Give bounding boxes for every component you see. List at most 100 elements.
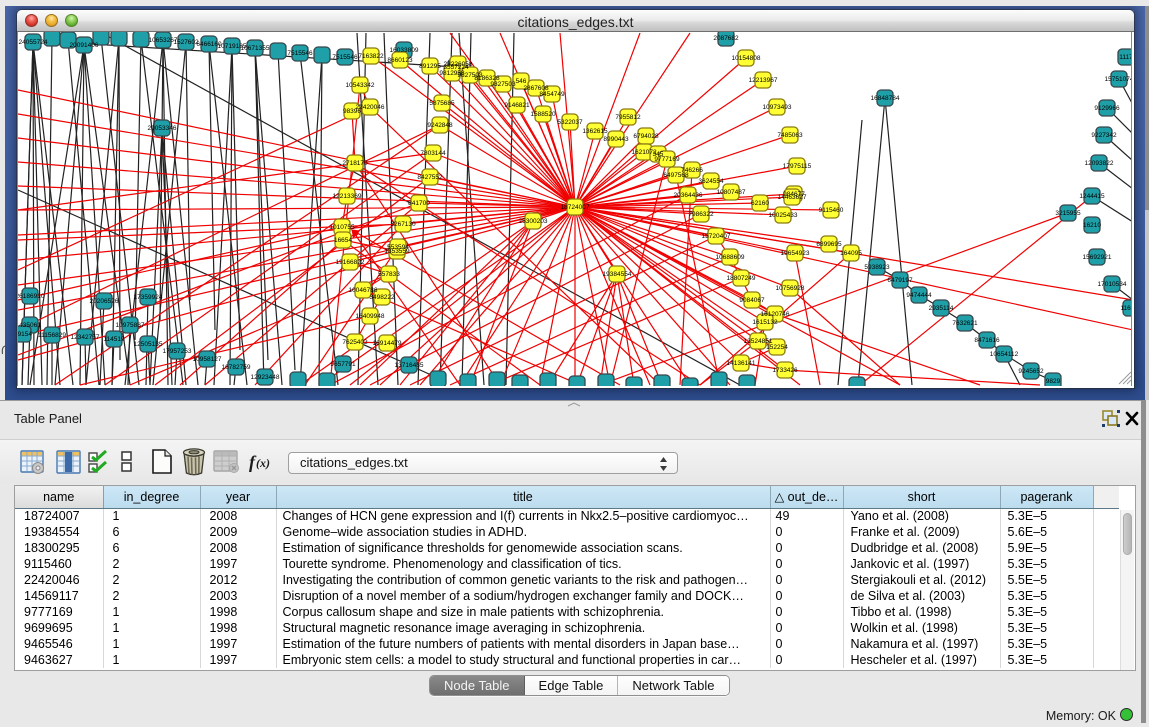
svg-text:9115460: 9115460: [819, 207, 844, 214]
svg-text:39154: 39154: [18, 331, 32, 338]
svg-text:13716485: 13716485: [395, 362, 424, 369]
svg-text:(x): (x): [256, 456, 270, 470]
svg-text:164095: 164095: [840, 250, 862, 257]
svg-text:15751074: 15751074: [1105, 76, 1132, 83]
svg-text:18724007: 18724007: [561, 204, 590, 211]
svg-text:3267130: 3267130: [390, 221, 416, 228]
svg-text:19384554: 19384554: [603, 271, 632, 278]
svg-text:15692921: 15692921: [1083, 254, 1112, 261]
svg-text:10975887: 10975887: [116, 322, 145, 329]
svg-text:12213369: 12213369: [333, 193, 362, 200]
svg-text:5938923: 5938923: [864, 264, 890, 271]
svg-text:435061: 435061: [19, 322, 41, 329]
svg-text:16914479: 16914479: [373, 340, 402, 347]
svg-text:10046786: 10046786: [349, 287, 378, 294]
svg-text:12505135: 12505135: [134, 341, 163, 348]
svg-text:7986322: 7986322: [688, 211, 714, 218]
svg-text:12342757: 12342757: [71, 334, 100, 341]
svg-text:8454749: 8454749: [539, 91, 565, 98]
svg-text:17957253: 17957253: [163, 348, 192, 355]
svg-text:11156829: 11156829: [38, 332, 66, 339]
svg-text:5322037: 5322037: [557, 119, 583, 126]
svg-text:15720407: 15720407: [702, 233, 731, 240]
svg-text:16848784: 16848784: [871, 95, 900, 102]
svg-text:12213967: 12213967: [749, 77, 778, 84]
svg-text:19166822: 19166822: [336, 259, 365, 266]
svg-text:12093822: 12093822: [1085, 160, 1114, 167]
svg-text:10025433: 10025433: [769, 212, 798, 219]
svg-text:25300203: 25300203: [519, 218, 548, 225]
svg-text:10807487: 10807487: [717, 189, 746, 196]
svg-text:116753: 116753: [1120, 305, 1132, 312]
svg-text:1010755: 1010755: [329, 224, 355, 231]
svg-text:9657791: 9657791: [330, 361, 356, 368]
svg-text:98396: 98396: [343, 108, 361, 115]
svg-text:9146821: 9146821: [504, 102, 530, 109]
svg-text:7803144: 7803144: [420, 150, 446, 157]
svg-text:16033809: 16033809: [390, 47, 419, 54]
svg-text:14463627: 14463627: [778, 194, 807, 201]
svg-text:17010534: 17010534: [1098, 281, 1127, 288]
svg-text:7625402: 7625402: [342, 339, 368, 346]
svg-text:20206526: 20206526: [90, 298, 119, 305]
svg-text:3215955: 3215955: [1055, 210, 1081, 217]
svg-text:23226058: 23226058: [444, 61, 473, 68]
svg-text:10671355: 10671355: [241, 45, 270, 52]
svg-text:8990443: 8990443: [603, 136, 629, 143]
svg-text:17975115: 17975115: [783, 163, 812, 170]
svg-text:2935114: 2935114: [929, 305, 954, 312]
svg-text:10973493: 10973493: [763, 104, 792, 111]
svg-text:9245652: 9245652: [1018, 368, 1044, 375]
svg-text:18807249: 18807249: [727, 275, 756, 282]
svg-text:10958127: 10958127: [193, 356, 222, 363]
svg-text:10154808: 10154808: [732, 55, 761, 62]
svg-text:1362615: 1362615: [582, 128, 608, 135]
svg-text:8660123: 8660123: [387, 57, 413, 64]
svg-text:7485063: 7485063: [777, 132, 803, 139]
svg-text:2087682: 2087682: [713, 35, 739, 42]
svg-text:10756928: 10756928: [776, 285, 805, 292]
svg-text:2718170: 2718170: [342, 160, 368, 167]
svg-text:26186910: 26186910: [18, 293, 45, 300]
svg-text:12923448: 12923448: [251, 374, 280, 381]
svg-text:9242848: 9242848: [427, 122, 453, 129]
svg-text:7163822: 7163822: [358, 53, 384, 60]
svg-text:20364436: 20364436: [674, 192, 703, 199]
svg-text:891295: 891295: [419, 63, 441, 70]
svg-text:14136141: 14136141: [727, 360, 756, 367]
svg-text:62160: 62160: [751, 200, 769, 207]
svg-text:6497568: 6497568: [663, 172, 689, 179]
svg-text:9227342: 9227342: [1091, 132, 1117, 139]
svg-text:8471616: 8471616: [974, 337, 1000, 344]
svg-text:10543342: 10543342: [346, 82, 375, 89]
svg-text:7515546: 7515546: [287, 50, 313, 57]
svg-text:9084067: 9084067: [739, 297, 765, 304]
svg-text:7955812: 7955812: [615, 114, 641, 121]
svg-text:1527602: 1527602: [173, 39, 199, 46]
svg-text:1244415: 1244415: [1079, 193, 1105, 200]
svg-text:7632621: 7632621: [952, 320, 978, 327]
svg-text:6794028: 6794028: [633, 133, 659, 140]
svg-text:19654923: 19654923: [781, 250, 810, 257]
svg-text:841700: 841700: [408, 200, 430, 207]
svg-text:1733426: 1733426: [772, 367, 798, 374]
svg-text:7515546: 7515546: [332, 54, 358, 61]
svg-text:6479197: 6479197: [887, 277, 913, 284]
svg-text:20091406: 20091406: [70, 42, 99, 49]
svg-text:10654112: 10654112: [990, 351, 1019, 358]
svg-text:16210: 16210: [1083, 222, 1101, 229]
svg-text:17359924: 17359924: [134, 294, 163, 301]
svg-text:9829: 9829: [1046, 378, 1061, 385]
svg-text:16782759: 16782759: [222, 364, 251, 371]
svg-text:9129966: 9129966: [1094, 105, 1120, 112]
svg-text:546: 546: [516, 78, 527, 85]
svg-text:9474444: 9474444: [906, 292, 932, 299]
svg-text:9327503: 9327503: [490, 81, 516, 88]
svg-text:152254: 152254: [766, 344, 788, 351]
svg-text:3624554: 3624554: [698, 178, 724, 185]
svg-text:1588520: 1588520: [530, 111, 556, 118]
svg-text:24055724: 24055724: [19, 39, 48, 46]
svg-text:16120746: 16120746: [761, 311, 790, 318]
svg-text:114519: 114519: [103, 336, 125, 343]
svg-text:1117: 1117: [1119, 54, 1132, 61]
